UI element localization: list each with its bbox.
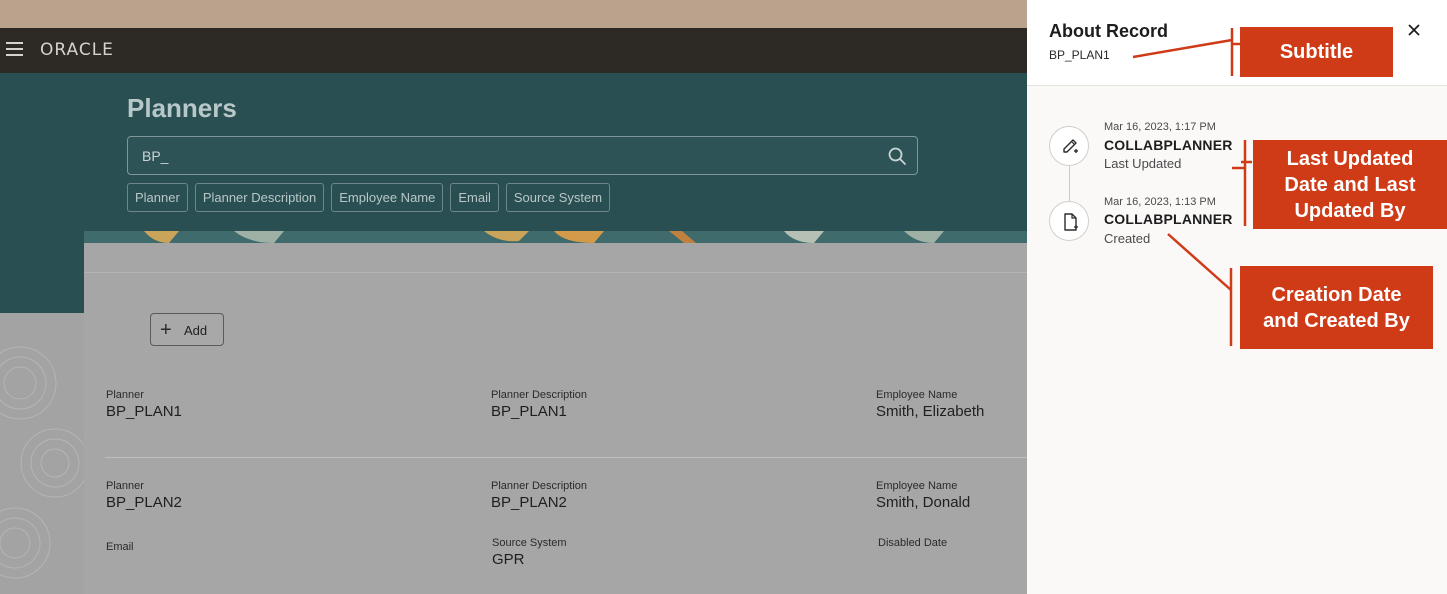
add-button-label: Add xyxy=(184,323,208,338)
search-value: BP_ xyxy=(142,148,169,164)
app-header: ORACLE xyxy=(0,28,1027,73)
add-button[interactable]: + Add xyxy=(150,313,224,346)
filter-chip-email[interactable]: Email xyxy=(450,183,499,212)
card-divider xyxy=(84,272,1027,273)
decorative-banner xyxy=(84,231,1027,243)
callout-subtitle-text: Subtitle xyxy=(1279,41,1354,63)
callout-last-updated-text: Last Updated Date and Last Updated By xyxy=(1284,147,1416,222)
callout-creation: Creation Date and Created By xyxy=(1240,266,1433,349)
record-1-description-value: BP_PLAN1 xyxy=(491,403,567,420)
oracle-logo: ORACLE xyxy=(40,40,114,60)
record-2-source-label: Source System xyxy=(492,537,567,549)
record-divider xyxy=(105,457,1027,458)
record-2-source-value: GPR xyxy=(492,551,525,568)
record-1-planner-value[interactable]: BP_PLAN1 xyxy=(106,403,182,420)
record-2-email-label: Email xyxy=(106,541,134,553)
timeline-created-action: Created xyxy=(1104,231,1151,246)
record-2-planner-label: Planner xyxy=(106,480,144,492)
callout-creation-text: Creation Date and Created By xyxy=(1263,283,1410,332)
record-2-employee-value: Smith, Donald xyxy=(876,494,971,511)
browser-top-strip xyxy=(0,0,1027,28)
filter-chip-planner[interactable]: Planner xyxy=(127,183,188,212)
record-1-description-label: Planner Description xyxy=(491,389,587,401)
panel-subtitle: BP_PLAN1 xyxy=(1049,48,1110,62)
record-1-employee-value: Smith, Elizabeth xyxy=(876,403,985,420)
timeline-item-updated-icon xyxy=(1049,126,1089,166)
document-add-icon xyxy=(1064,213,1078,231)
filter-chip-planner-description[interactable]: Planner Description xyxy=(194,183,325,212)
timeline-updated-user: COLLABPLANNER xyxy=(1104,137,1233,153)
search-icon[interactable] xyxy=(887,146,907,166)
menu-icon[interactable] xyxy=(6,42,23,56)
callout-last-updated: Last Updated Date and Last Updated By xyxy=(1253,140,1447,229)
panel-title: About Record xyxy=(1049,21,1168,41)
timeline-updated-action: Last Updated xyxy=(1104,156,1182,171)
timeline-created-user: COLLABPLANNER xyxy=(1104,211,1233,227)
record-2-disabled-date-label: Disabled Date xyxy=(878,537,948,549)
filter-chip-source-system[interactable]: Source System xyxy=(505,183,611,212)
timeline-created-date: Mar 16, 2023, 1:13 PM xyxy=(1104,196,1216,208)
decorative-pattern xyxy=(0,346,90,579)
filter-chip-employee-name[interactable]: Employee Name xyxy=(331,183,444,212)
record-2-employee-label: Employee Name xyxy=(876,480,958,492)
page-title: Planners xyxy=(127,93,237,123)
timeline-item-created-icon xyxy=(1049,201,1089,241)
timeline-connector xyxy=(1069,166,1070,204)
record-2-description-value: BP_PLAN2 xyxy=(491,494,567,511)
filter-chips: Planner Planner Description Employee Nam… xyxy=(127,183,611,212)
callout-subtitle: Subtitle xyxy=(1240,27,1393,77)
close-icon[interactable] xyxy=(1406,22,1422,38)
search-input[interactable]: BP_ xyxy=(127,136,918,175)
record-2-description-label: Planner Description xyxy=(491,480,587,492)
timeline-updated-date: Mar 16, 2023, 1:17 PM xyxy=(1104,121,1216,133)
record-1-employee-label: Employee Name xyxy=(876,389,958,401)
record-2-planner-value[interactable]: BP_PLAN2 xyxy=(106,494,182,511)
record-1-planner-label: Planner xyxy=(106,389,144,401)
edit-icon xyxy=(1063,139,1078,153)
plus-icon: + xyxy=(160,319,172,341)
